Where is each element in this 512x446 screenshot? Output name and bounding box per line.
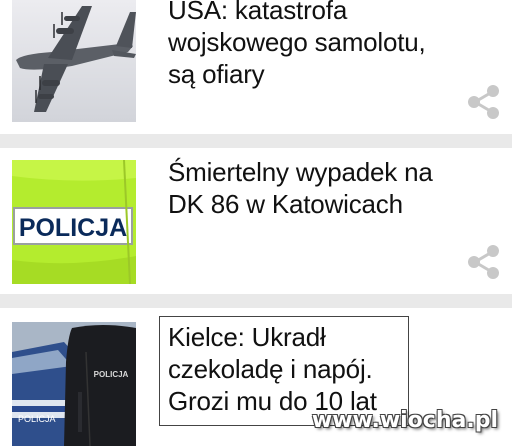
article-headline[interactable]: USA: katastrofa wojskowego samolotu, są … <box>168 0 426 90</box>
article-card[interactable]: POLICJA Śmiertelny wypadek na DK 86 w Ka… <box>0 148 512 294</box>
watermark: www.wiocha.pl <box>311 408 498 433</box>
headline-line: czekoladę i napój. <box>168 354 373 384</box>
headline-line: Kielce: Ukradł <box>168 322 326 352</box>
share-icon[interactable] <box>466 244 502 280</box>
share-icon[interactable] <box>466 84 502 120</box>
officer-label: POLICJA <box>94 370 129 379</box>
headline-line: DK 86 w Katowicach <box>168 189 403 219</box>
car-label: POLICJA <box>18 414 56 424</box>
article-card[interactable]: USA: katastrofa wojskowego samolotu, są … <box>0 0 512 134</box>
headline-line: Śmiertelny wypadek na <box>168 157 433 187</box>
vest-label: POLICJA <box>19 214 127 242</box>
article-thumbnail[interactable] <box>12 0 136 122</box>
headline-line: są ofiary <box>168 59 265 89</box>
headline-line: USA: katastrofa <box>168 0 348 25</box>
article-thumbnail[interactable]: POLICJA POLICJA <box>12 322 136 446</box>
article-headline[interactable]: Śmiertelny wypadek na DK 86 w Katowicach <box>168 156 433 220</box>
article-thumbnail[interactable]: POLICJA <box>12 160 136 284</box>
headline-line: wojskowego samolotu, <box>168 27 426 57</box>
